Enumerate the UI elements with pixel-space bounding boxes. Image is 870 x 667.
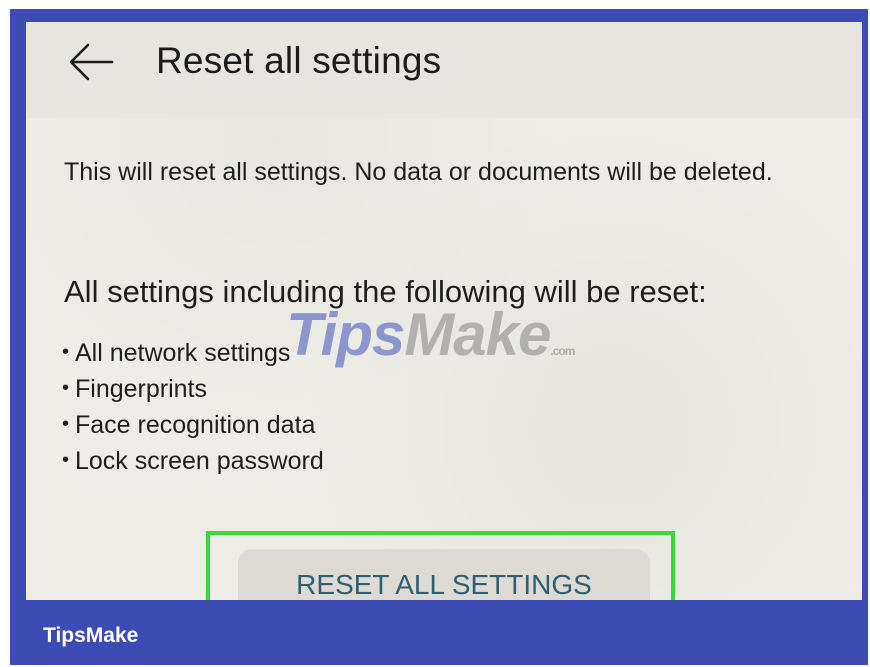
brand-label: TipsMake xyxy=(43,624,139,647)
list-item: • Face recognition data xyxy=(62,407,324,443)
list-item: • Fingerprints xyxy=(62,371,324,407)
app-header: Reset all settings xyxy=(26,22,862,118)
list-item: • All network settings xyxy=(62,335,324,371)
description-text: This will reset all settings. No data or… xyxy=(64,158,773,186)
bullet-icon: • xyxy=(62,413,70,435)
tipsmake-watermark: TipsMake.com xyxy=(286,301,575,368)
phone-screen: Reset all settings This will reset all s… xyxy=(26,22,862,600)
bullet-icon: • xyxy=(62,377,70,399)
arrow-left-icon[interactable] xyxy=(68,42,114,82)
highlight-box xyxy=(206,531,675,600)
bullet-icon: • xyxy=(62,449,70,471)
reset-items-list: • All network settings • Fingerprints • Fac… xyxy=(62,335,324,479)
bullet-icon: • xyxy=(62,341,70,363)
page-title: Reset all settings xyxy=(156,40,442,81)
list-item: • Lock screen password xyxy=(62,443,324,479)
